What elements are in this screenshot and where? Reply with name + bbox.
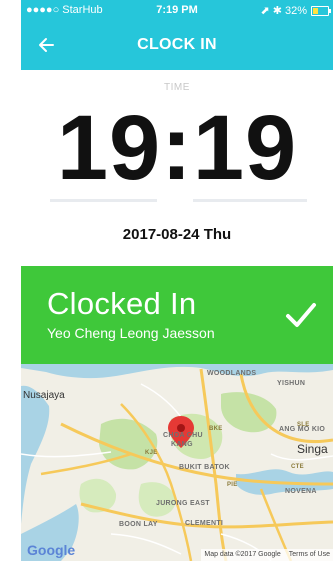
time-label: TIME bbox=[164, 82, 190, 93]
check-icon bbox=[286, 303, 316, 327]
map-label-clementi: CLEMENTI bbox=[185, 520, 224, 527]
map-label-nusajaya: Nusajaya bbox=[23, 390, 65, 401]
map-label-sle: SLE bbox=[297, 422, 310, 428]
map-data-credit: Map data ©2017 Google bbox=[204, 551, 281, 558]
clocked-in-banner: Clocked In Yeo Cheng Leong Jaesson bbox=[21, 266, 333, 364]
nav-bar: CLOCK IN bbox=[21, 20, 333, 70]
map-attribution: Map data ©2017 Google Terms of Use bbox=[201, 549, 333, 561]
terms-of-use-link[interactable]: Terms of Use bbox=[289, 551, 330, 558]
map-label-boon-lay: BOON LAY bbox=[119, 521, 158, 528]
map-label-bke: BKE bbox=[209, 426, 223, 432]
google-logo: Google bbox=[27, 542, 76, 558]
map-label-bukit-batok: BUKIT BATOK bbox=[179, 464, 230, 471]
map-label-singapore: Singa bbox=[297, 442, 328, 456]
status-bar: ●●●●○ StarHub 7:19 PM ⬈ ✱ 32% bbox=[21, 0, 333, 20]
map-label-choa-chu-kang: CHOA CHU bbox=[163, 432, 203, 439]
page-title: CLOCK IN bbox=[137, 36, 217, 53]
location-map[interactable]: WOODLANDS YISHUN Nusajaya CHOA CHU KANG … bbox=[21, 364, 333, 561]
map-label-woodlands: WOODLANDS bbox=[207, 370, 257, 377]
map-label-pie: PIE bbox=[227, 482, 238, 488]
map-canvas bbox=[21, 364, 333, 561]
map-label-cte: CTE bbox=[291, 464, 304, 470]
map-label-jurong-east: JURONG EAST bbox=[156, 500, 210, 507]
hour-underline bbox=[50, 199, 157, 202]
map-label-novena: NOVENA bbox=[285, 488, 317, 495]
app-screen: ●●●●○ StarHub 7:19 PM ⬈ ✱ 32% CLOCK IN T… bbox=[21, 0, 333, 561]
date-display: 2017-08-24 Thu bbox=[122, 226, 232, 243]
map-label-yishun: YISHUN bbox=[277, 380, 306, 387]
status-indicators: ⬈ ✱ 32% bbox=[260, 5, 307, 17]
clock-status: Clocked In bbox=[47, 286, 197, 321]
battery-icon bbox=[311, 6, 331, 16]
employee-name: Yeo Cheng Leong Jaesson bbox=[47, 325, 215, 341]
minute-underline bbox=[193, 199, 307, 202]
clock-display: 19:19 bbox=[56, 97, 298, 199]
map-label-kje: KJE bbox=[145, 450, 158, 456]
map-label-kang: KANG bbox=[171, 441, 193, 448]
